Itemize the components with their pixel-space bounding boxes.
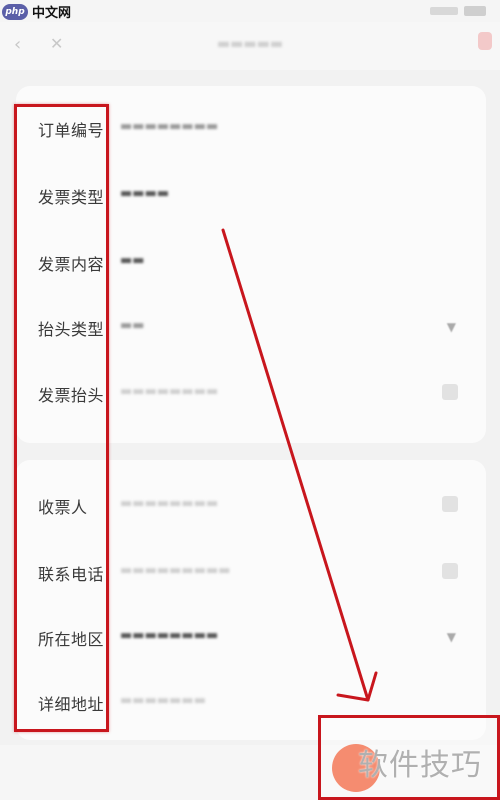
annotation-arrow (221, 228, 378, 702)
annotation-arrow-line (221, 228, 370, 702)
annotation-arrow-head (336, 671, 378, 702)
watermark-text: 软件技巧 (358, 748, 482, 783)
